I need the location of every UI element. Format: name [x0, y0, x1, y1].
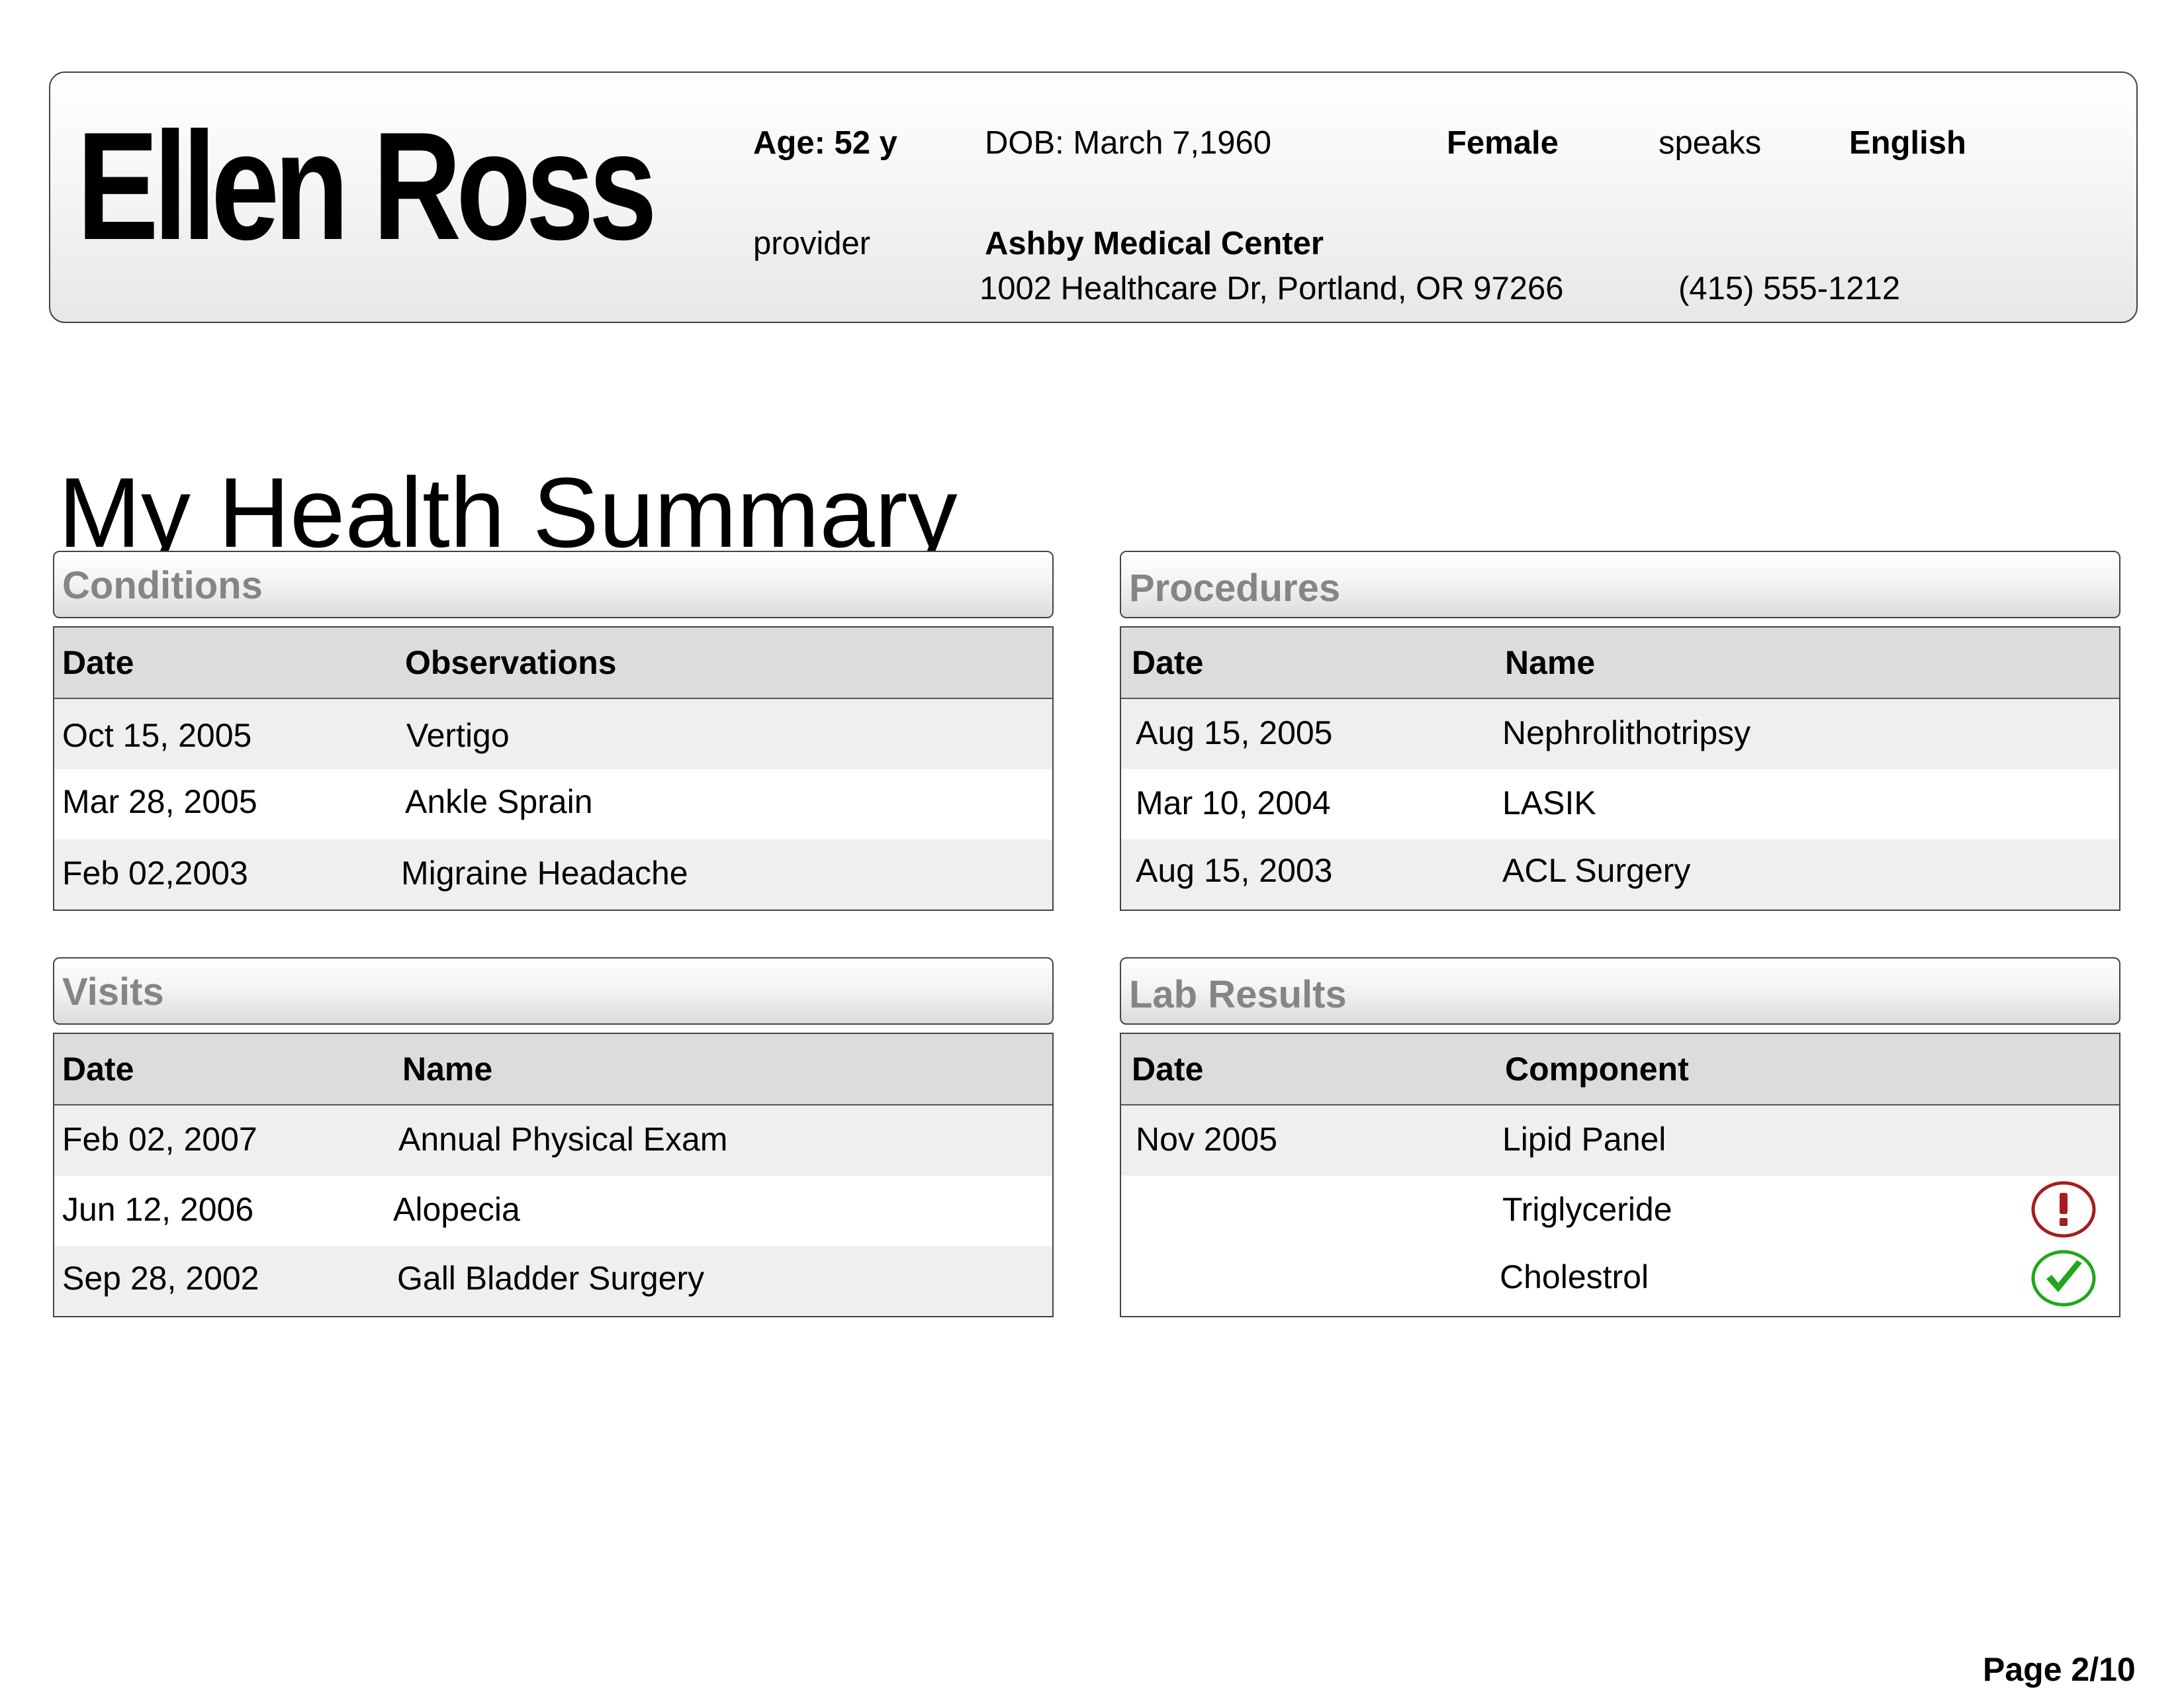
column-header-component: Component: [1505, 1051, 1689, 1088]
visits-section-header: Visits: [53, 957, 1054, 1025]
table-header: Date Component: [1121, 1034, 2119, 1105]
table-row: Nov 2005 Lipid Panel: [1121, 1105, 2119, 1176]
row-date: Mar 10, 2004: [1136, 784, 1331, 821]
table-row: Feb 02,2003 Migraine Headache: [54, 839, 1052, 910]
row-date: Oct 15, 2005: [62, 717, 252, 754]
page-number: Page 2/10: [1983, 1651, 2136, 1688]
row-date: Sep 28, 2002: [62, 1260, 259, 1297]
row-value: Vertigo: [406, 717, 510, 754]
table-header: Date Name: [1121, 628, 2119, 699]
row-value: Gall Bladder Surgery: [397, 1260, 705, 1297]
row-value: Nephrolithotripsy: [1502, 714, 1751, 751]
table-header: Date Name: [54, 1034, 1052, 1105]
table-row: Sep 28, 2002 Gall Bladder Surgery: [54, 1246, 1052, 1316]
row-value: Alopecia: [393, 1191, 520, 1228]
provider-phone: (415) 555-1212: [1678, 271, 1901, 306]
speaks-label: speaks: [1659, 125, 1762, 161]
visits-table: Date Name Feb 02, 2007 Annual Physical E…: [53, 1033, 1054, 1317]
row-value: Lipid Panel: [1502, 1121, 1666, 1158]
check-ok-icon: [2031, 1250, 2096, 1307]
row-date: Feb 02,2003: [62, 855, 248, 892]
row-date: Jun 12, 2006: [62, 1191, 254, 1228]
lab-results-table: Date Component Nov 2005 Lipid Panel Trig…: [1120, 1033, 2120, 1317]
patient-name: Ellen Ross: [77, 101, 657, 272]
table-row: Aug 15, 2005 Nephrolithotripsy: [1121, 699, 2119, 769]
column-header-date: Date: [1132, 1051, 1204, 1088]
provider-label: provider: [753, 226, 871, 261]
column-header-date: Date: [1132, 644, 1204, 681]
procedures-table: Date Name Aug 15, 2005 Nephrolithotripsy…: [1120, 626, 2120, 911]
row-date: Aug 15, 2003: [1136, 852, 1333, 889]
table-row: Feb 02, 2007 Annual Physical Exam: [54, 1105, 1052, 1176]
table-row: Jun 12, 2006 Alopecia: [54, 1176, 1052, 1246]
table-header: Date Observations: [54, 628, 1052, 699]
table-row: Aug 15, 2003 ACL Surgery: [1121, 839, 2119, 910]
conditions-section-header: Conditions: [53, 551, 1054, 618]
row-date: Aug 15, 2005: [1136, 714, 1333, 751]
procedures-title: Procedures: [1129, 567, 1341, 610]
patient-language: English: [1849, 125, 1966, 161]
row-value: Migraine Headache: [401, 855, 688, 892]
row-value: ACL Surgery: [1502, 852, 1691, 889]
provider-address: 1002 Healthcare Dr, Portland, OR 97266: [979, 271, 1564, 306]
row-date: Mar 28, 2005: [62, 783, 257, 820]
row-value: Triglyceride: [1502, 1191, 1672, 1228]
table-row: Cholestrol: [1121, 1246, 2119, 1316]
row-date: Nov 2005: [1136, 1121, 1278, 1158]
table-row: Mar 10, 2004 LASIK: [1121, 769, 2119, 839]
alert-exclamation-icon: [2031, 1181, 2096, 1238]
column-header-name: Name: [402, 1051, 493, 1088]
lab-results-title: Lab Results: [1129, 973, 1347, 1016]
column-header-observations: Observations: [405, 644, 617, 681]
row-date: Feb 02, 2007: [62, 1121, 257, 1158]
row-value: Ankle Sprain: [405, 783, 593, 820]
row-value: Cholestrol: [1500, 1258, 1649, 1295]
conditions-title: Conditions: [62, 564, 263, 607]
column-header-date: Date: [62, 1051, 134, 1088]
page-title: My Health Summary: [58, 456, 958, 568]
table-row: Triglyceride: [1121, 1176, 2119, 1246]
conditions-table: Date Observations Oct 15, 2005 Vertigo M…: [53, 626, 1054, 911]
column-header-date: Date: [62, 644, 134, 681]
row-value: Annual Physical Exam: [398, 1121, 728, 1158]
table-row: Oct 15, 2005 Vertigo: [54, 699, 1052, 769]
provider-name: Ashby Medical Center: [985, 226, 1324, 261]
row-value: LASIK: [1502, 784, 1596, 821]
patient-dob: DOB: March 7,1960: [985, 125, 1272, 161]
patient-age: Age: 52 y: [753, 125, 897, 161]
lab-results-section-header: Lab Results: [1120, 957, 2120, 1025]
patient-gender: Female: [1447, 125, 1559, 161]
procedures-section-header: Procedures: [1120, 551, 2120, 618]
patient-header: Ellen Ross Age: 52 y DOB: March 7,1960 F…: [49, 71, 2138, 323]
visits-title: Visits: [62, 970, 164, 1013]
table-row: Mar 28, 2005 Ankle Sprain: [54, 769, 1052, 839]
column-header-name: Name: [1505, 644, 1596, 681]
